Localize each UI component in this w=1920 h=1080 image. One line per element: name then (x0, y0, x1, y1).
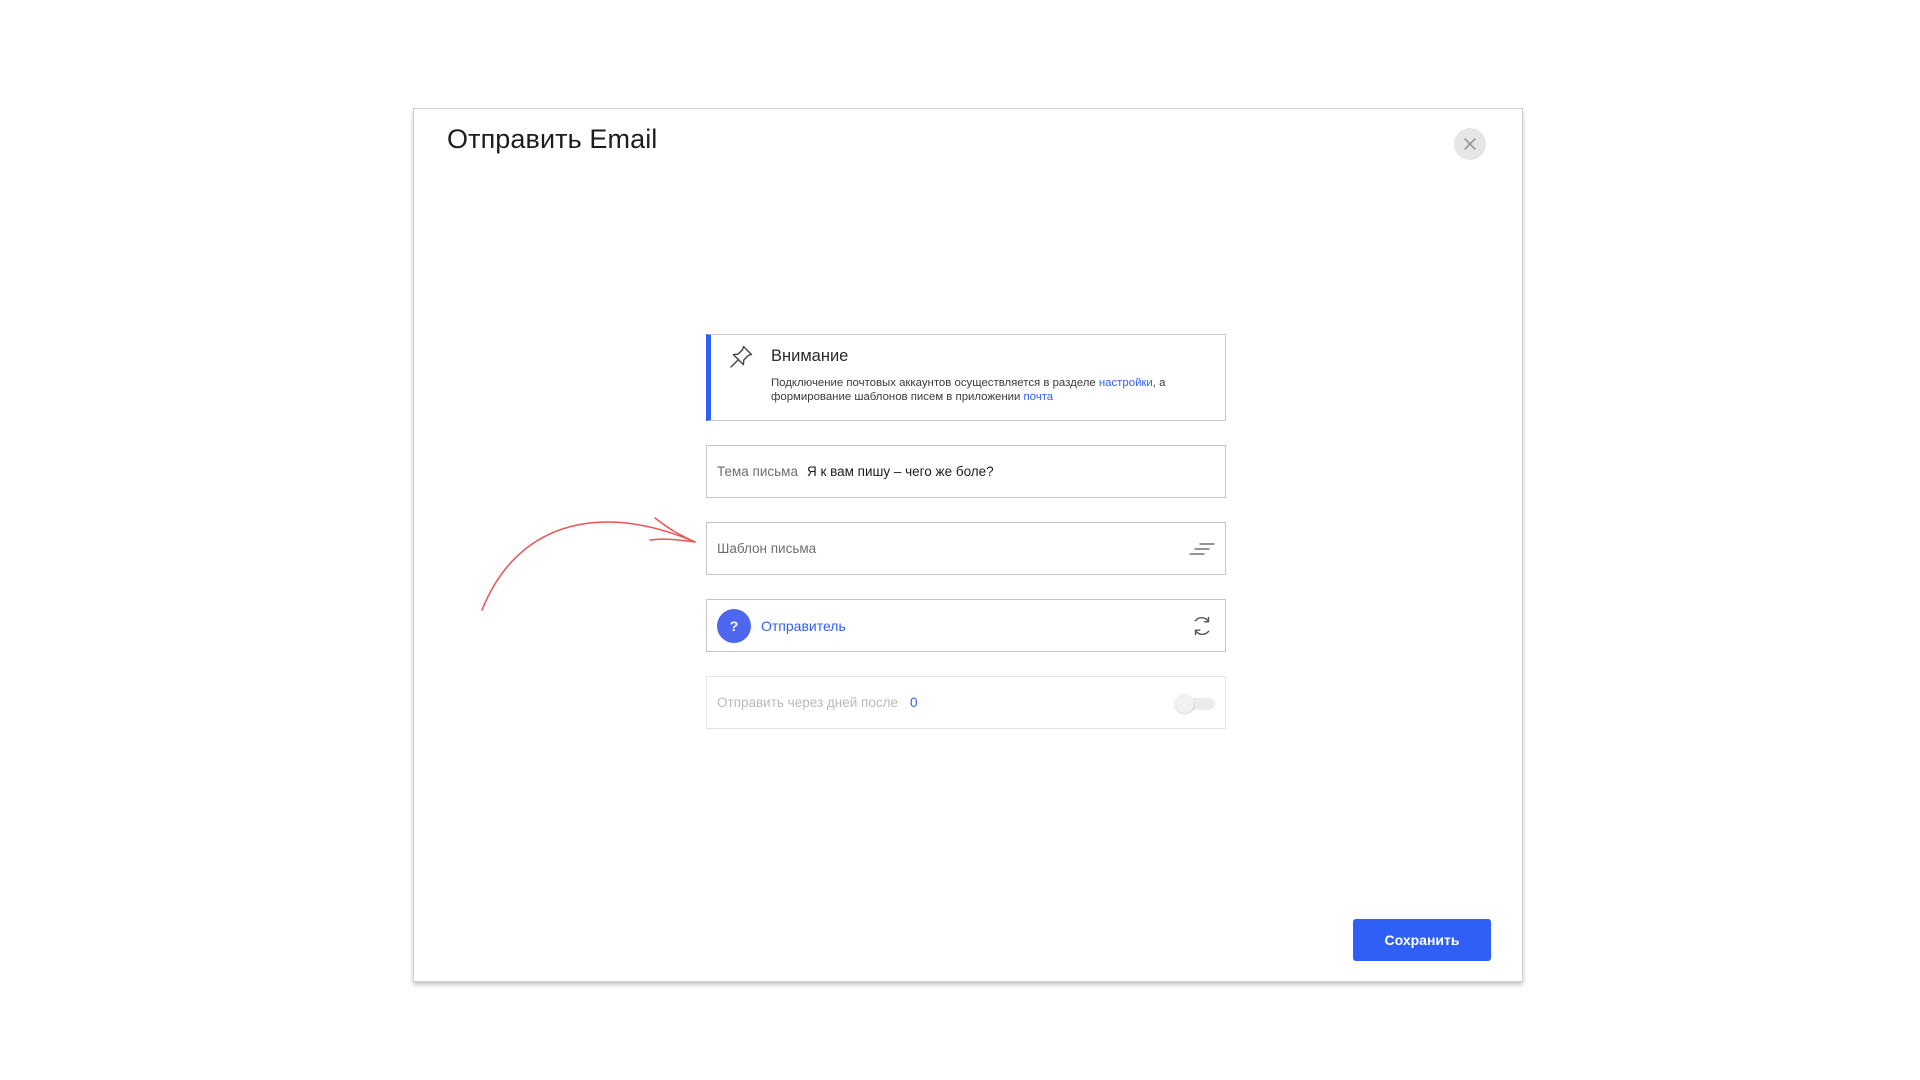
send-after-toggle[interactable] (1175, 693, 1215, 713)
attention-notice: Внимание Подключение почтовых аккаунтов … (706, 334, 1226, 421)
notice-text: Подключение почтовых аккаунтов осуществл… (771, 376, 1211, 404)
settings-link[interactable]: настройки (1099, 377, 1153, 389)
modal-title: Отправить Email (447, 124, 658, 154)
sender-refresh-button[interactable] (1189, 613, 1215, 639)
pin-icon (730, 345, 753, 368)
subject-field[interactable]: Тема письма Я к вам пишу – чего же боле? (706, 445, 1226, 498)
template-field[interactable]: Шаблон письма (706, 522, 1226, 575)
template-select-button[interactable] (1189, 536, 1215, 562)
sort-lines-icon (1189, 542, 1215, 555)
email-form: Внимание Подключение почтовых аккаунтов … (706, 334, 1226, 729)
send-after-days-label: Отправить через дней после (717, 695, 898, 710)
mail-app-link[interactable]: почта (1024, 391, 1054, 403)
sender-label[interactable]: Отправитель (761, 618, 846, 634)
sender-avatar: ? (717, 608, 751, 643)
refresh-icon (1194, 616, 1210, 635)
subject-value[interactable]: Я к вам пишу – чего же боле? (807, 464, 994, 479)
save-button[interactable]: Сохранить (1353, 919, 1491, 961)
template-label: Шаблон письма (717, 541, 817, 556)
send-after-days-field: Отправить через дней после 0 (706, 676, 1226, 729)
sender-field[interactable]: ? Отправитель (706, 599, 1226, 652)
notice-title: Внимание (771, 347, 849, 365)
notice-text-part1: Подключение почтовых аккаунтов осуществл… (771, 377, 1099, 389)
annotation-arrow (481, 517, 696, 611)
close-button[interactable] (1454, 128, 1486, 160)
close-icon (1464, 138, 1476, 150)
toggle-knob (1175, 693, 1194, 713)
send-after-days-value[interactable]: 0 (910, 695, 918, 710)
subject-label: Тема письма (717, 464, 798, 479)
